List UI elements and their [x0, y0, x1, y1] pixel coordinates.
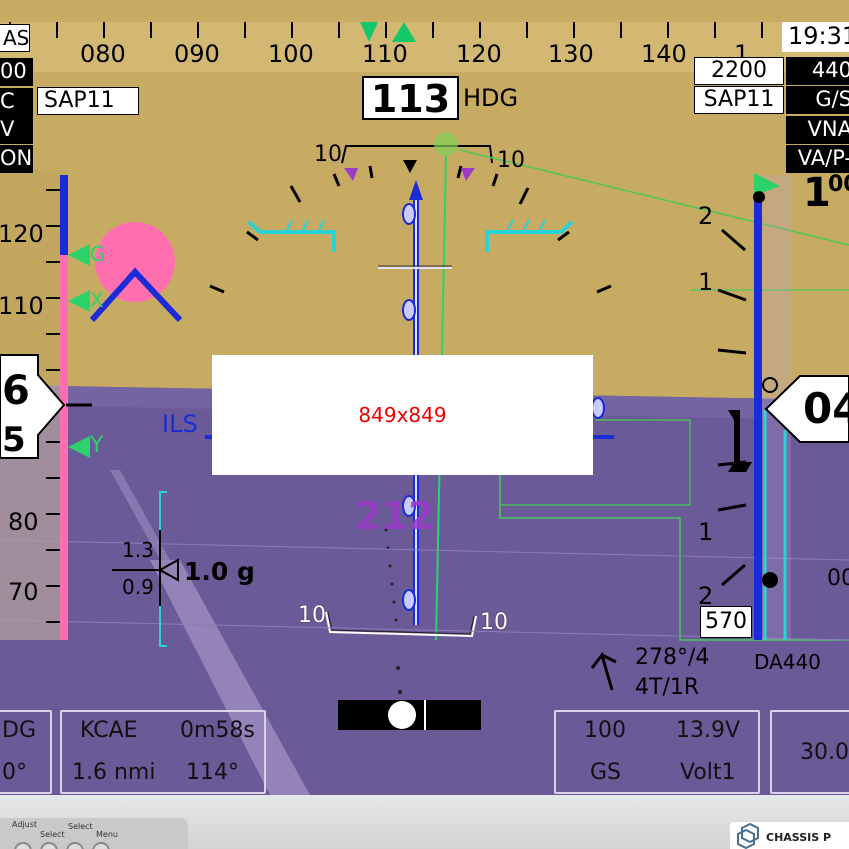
- altitude-target-box: 2200: [694, 57, 784, 85]
- g-lower-limit: 0.9: [122, 575, 154, 599]
- airspeed-mode-label: AS: [0, 24, 30, 52]
- heading-readout-label: HDG: [463, 84, 519, 112]
- wind-direction: 278°/4: [635, 645, 710, 670]
- vsi-label-1-top: 1: [698, 268, 714, 296]
- airspeed-label-110: 110: [0, 292, 44, 320]
- nav-bearing: 114°: [186, 760, 239, 785]
- brand-name: CHASSIS P: [766, 831, 832, 844]
- image-placeholder: 849x849: [212, 355, 593, 475]
- altitude-top-value: 1: [803, 170, 831, 216]
- engine-volt: 13.9V: [676, 718, 741, 743]
- engine-volt-label: Volt1: [680, 760, 736, 785]
- da-label: DA440: [754, 650, 821, 674]
- heading-label-090: 090: [174, 40, 220, 68]
- baro-value: 30.0: [800, 740, 849, 765]
- right-box-r2: G/S: [786, 86, 849, 114]
- nav-time: 0m58s: [180, 718, 255, 743]
- heading-label-120: 120: [456, 40, 502, 68]
- g-upper-limit: 1.3: [122, 538, 154, 562]
- heading-label-100: 100: [268, 40, 314, 68]
- pitch-label-bottom-right: 10: [480, 610, 508, 635]
- heading-panel-bottom: 0°: [2, 760, 27, 785]
- brand-cube-icon: [737, 822, 759, 849]
- brand-logo: CHASSIS P: [730, 822, 849, 849]
- heading-panel[interactable]: DG 0°: [0, 710, 52, 794]
- target-circle: [95, 222, 175, 302]
- engine-rpm: 100: [584, 718, 626, 743]
- left-box-row4: V: [0, 116, 33, 144]
- heading-label-140: 140: [641, 40, 687, 68]
- heading-readout: 113: [362, 76, 459, 120]
- heading-panel-top: DG: [2, 718, 36, 743]
- bezel-label-adjust: Adjust: [12, 820, 38, 829]
- airspeed-label-80: 80: [8, 508, 39, 536]
- engine-panel[interactable]: 100 13.9V GS Volt1: [554, 710, 760, 794]
- left-box-row3: C: [0, 88, 33, 116]
- nav-distance: 1.6 nmi: [72, 760, 156, 785]
- efis-display-frame: 080 090 100 110 120 130 140 1 113 HDG 19…: [0, 0, 849, 849]
- engine-gs-label: GS: [590, 760, 622, 785]
- ils-label: ILS: [162, 410, 198, 438]
- nav-airport: KCAE: [80, 718, 138, 743]
- altitude-top-small: 00: [828, 172, 849, 197]
- wind-runway: 4T/1R: [635, 675, 700, 700]
- altitude-dot-low: [762, 572, 778, 588]
- speed-bug-label-g: G: [90, 242, 106, 266]
- g-value: 1.0 g: [184, 557, 255, 586]
- airspeed-label-70: 70: [8, 578, 39, 606]
- primary-flight-display: 080 090 100 110 120 130 140 1 113 HDG 19…: [0, 0, 849, 795]
- heading-label-110: 110: [362, 40, 408, 68]
- vsi-label-1-bottom: 1: [698, 518, 714, 546]
- speed-bug-label-y: Y: [90, 433, 104, 458]
- altitude-right-small: 00: [827, 566, 849, 591]
- heading-label-080: 080: [80, 40, 126, 68]
- waypoint-heading: 212: [355, 494, 435, 538]
- baro-panel[interactable]: 30.0: [770, 710, 849, 794]
- pitch-label-top-right: 10: [497, 148, 525, 173]
- right-sap-label: SAP11: [694, 86, 784, 114]
- altitude-dot-top: [753, 191, 765, 203]
- slip-ball: [388, 701, 416, 729]
- left-box-row2: 00: [0, 58, 33, 86]
- bezel-label-select-2: Select: [68, 822, 93, 831]
- nav-panel[interactable]: KCAE 0m58s 1.6 nmi 114°: [60, 710, 266, 794]
- right-box-r4: VA/P-: [786, 145, 849, 173]
- altitude-readout: 04: [803, 384, 849, 433]
- left-sap-label: SAP11: [37, 87, 139, 115]
- heading-label-130: 130: [548, 40, 594, 68]
- airspeed-readout-top: 6: [2, 368, 30, 414]
- right-box-r3: VNA: [786, 116, 849, 144]
- bezel-label-select-1: Select: [40, 830, 65, 839]
- airspeed-label-120: 120: [0, 220, 44, 248]
- left-box-row5: ON: [0, 145, 33, 173]
- flight-path-green: [434, 132, 458, 156]
- pitch-label-bottom-left: 10: [298, 603, 326, 628]
- clock-readout: 19:31: [782, 22, 849, 52]
- right-box-r1: 440: [786, 57, 849, 85]
- vsi-label-2-top: 2: [698, 202, 714, 230]
- bezel-label-menu: Menu: [96, 830, 118, 839]
- altitude-bottom-box: 570: [700, 606, 752, 638]
- airspeed-readout-bottom: 5: [2, 420, 26, 460]
- pitch-label-top-left: 10: [314, 142, 342, 167]
- speed-bug-label-x: X: [90, 288, 104, 312]
